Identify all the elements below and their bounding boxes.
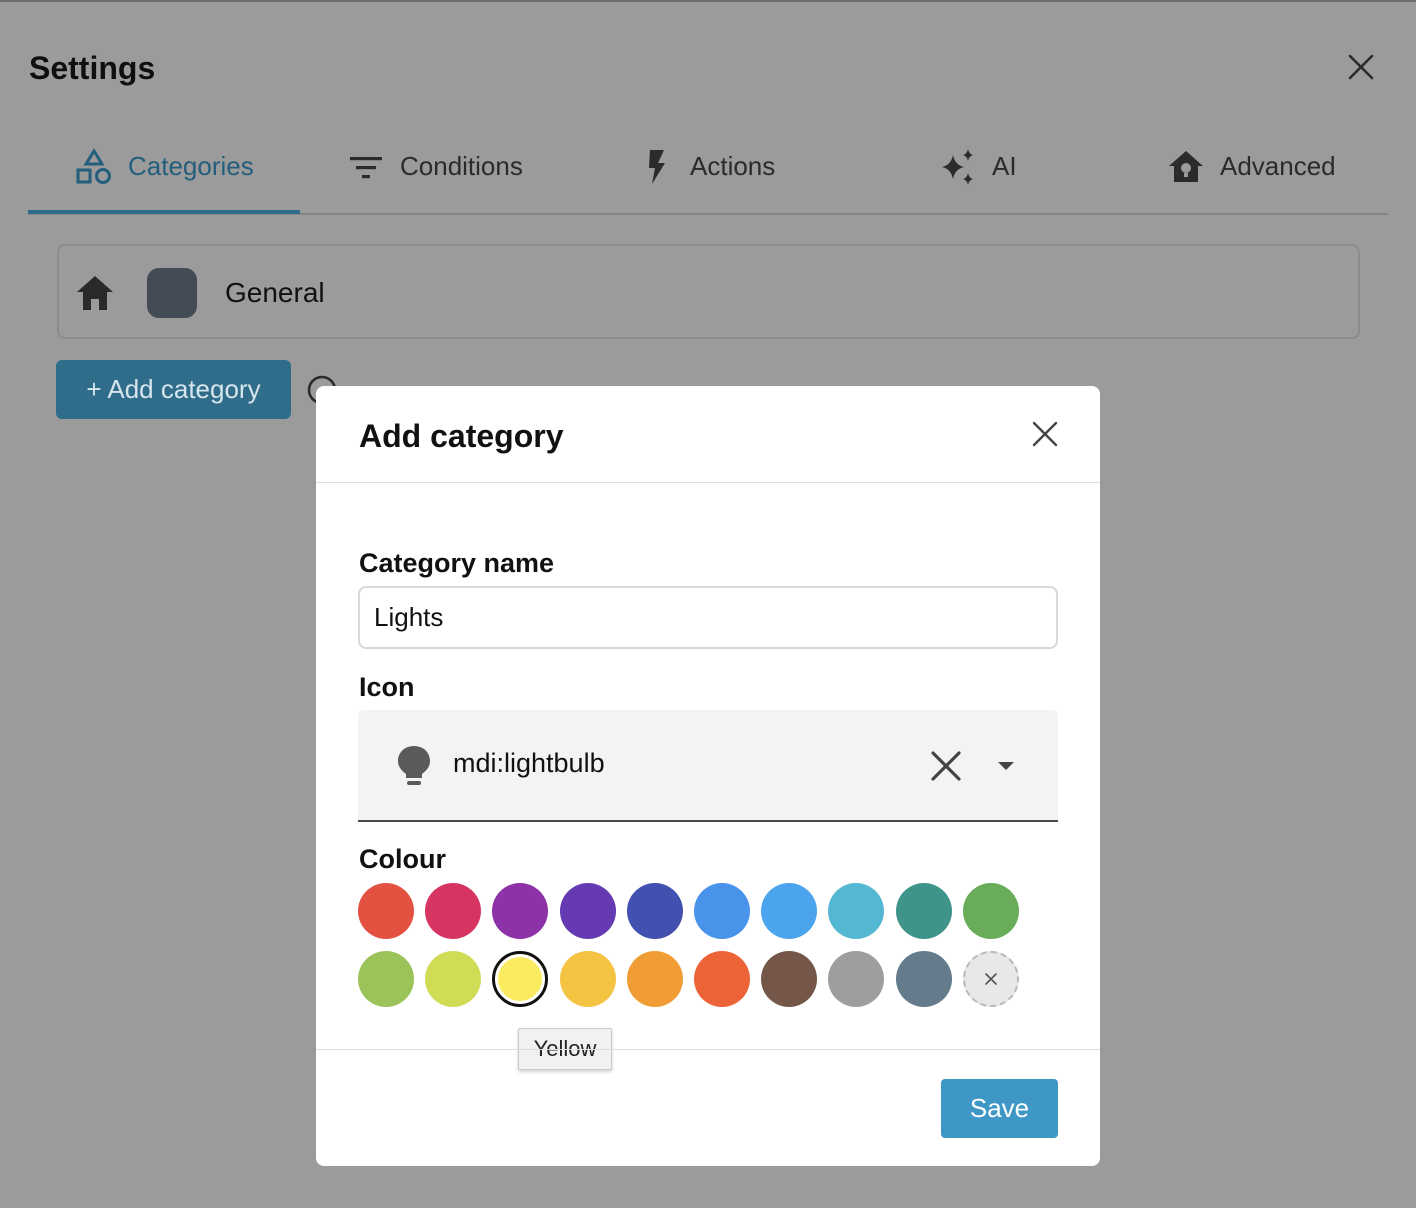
colour-swatch[interactable] — [425, 883, 481, 939]
colour-swatch[interactable] — [694, 883, 750, 939]
dialog-title: Add category — [359, 418, 564, 454]
clear-icon[interactable] — [928, 748, 964, 784]
colour-swatch[interactable] — [627, 883, 683, 939]
home-lightbulb-icon — [1166, 147, 1206, 187]
colour-swatch[interactable] — [627, 951, 683, 1007]
category-name[interactable]: General — [225, 277, 325, 309]
home-icon — [77, 276, 113, 310]
colour-swatch[interactable] — [694, 951, 750, 1007]
colour-swatch[interactable] — [896, 883, 952, 939]
colour-swatch[interactable] — [761, 883, 817, 939]
close-icon — [985, 973, 997, 985]
category-list: General — [57, 244, 1360, 339]
top-border — [0, 0, 1416, 2]
colour-swatch[interactable] — [425, 951, 481, 1007]
colour-swatch[interactable] — [560, 883, 616, 939]
colour-swatch[interactable] — [560, 951, 616, 1007]
tab-label: Conditions — [400, 151, 523, 181]
colour-label: Colour — [359, 844, 446, 874]
colour-swatch[interactable] — [358, 951, 414, 1007]
settings-tabs: Categories Conditions Actions AI Advance… — [28, 120, 1388, 215]
tab-label: Actions — [690, 151, 776, 181]
colour-swatch[interactable] — [761, 951, 817, 1007]
lightning-bolt-icon — [636, 147, 676, 187]
category-colour-swatch — [147, 268, 197, 318]
lightbulb-icon — [398, 746, 430, 785]
colour-swatch[interactable] — [492, 883, 548, 939]
filter-icon — [346, 147, 386, 187]
add-category-dialog: Add category Category name Icon mdi:ligh… — [316, 386, 1100, 1166]
colour-swatch[interactable] — [828, 951, 884, 1007]
active-tab-indicator — [28, 210, 300, 214]
add-category-button[interactable]: + Add category — [56, 360, 291, 419]
colour-swatch[interactable] — [828, 883, 884, 939]
category-name-input[interactable] — [358, 586, 1058, 649]
tab-label: Advanced — [1220, 151, 1336, 181]
tab-ai[interactable]: AI — [938, 120, 1017, 213]
tab-actions[interactable]: Actions — [636, 120, 775, 213]
colour-swatch[interactable] — [358, 883, 414, 939]
sparkles-icon — [938, 147, 978, 187]
colour-swatch[interactable] — [896, 951, 952, 1007]
tab-categories[interactable]: Categories — [74, 120, 254, 213]
icon-picker[interactable]: mdi:lightbulb — [358, 710, 1058, 822]
save-button[interactable]: Save — [941, 1079, 1058, 1138]
icon-label: Icon — [359, 672, 415, 702]
dialog-divider — [316, 482, 1100, 483]
dialog-divider — [316, 1049, 1100, 1050]
tab-label: AI — [992, 151, 1017, 181]
icon-value: mdi:lightbulb — [453, 748, 605, 778]
colour-swatch[interactable] — [963, 883, 1019, 939]
tab-advanced[interactable]: Advanced — [1166, 120, 1336, 213]
tab-label: Categories — [128, 151, 254, 181]
chevron-down-icon[interactable] — [994, 754, 1018, 778]
settings-title: Settings — [29, 50, 156, 86]
close-icon[interactable] — [1031, 420, 1059, 448]
shapes-icon — [74, 147, 114, 187]
category-name-label: Category name — [359, 548, 555, 578]
tab-conditions[interactable]: Conditions — [346, 120, 523, 213]
close-icon[interactable] — [1346, 52, 1376, 82]
no-colour-swatch[interactable] — [963, 951, 1019, 1007]
colour-swatch[interactable] — [492, 951, 548, 1007]
